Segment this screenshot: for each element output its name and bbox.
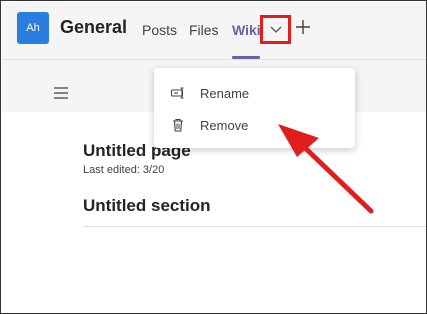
channel-header: Ah General Posts Files Wiki	[2, 2, 426, 59]
add-tab-button[interactable]	[294, 18, 312, 36]
section-title[interactable]: Untitled section	[83, 196, 211, 216]
tab-options-button[interactable]	[260, 15, 291, 44]
menu-item-rename[interactable]: Rename	[154, 77, 355, 109]
hamburger-icon	[54, 87, 68, 99]
tab-posts[interactable]: Posts	[142, 22, 177, 38]
channel-title: General	[60, 17, 128, 37]
chevron-down-icon	[270, 26, 282, 33]
tab-wiki[interactable]: Wiki	[232, 22, 261, 38]
wiki-menu-button[interactable]	[53, 86, 69, 100]
team-avatar[interactable]: Ah	[17, 12, 49, 44]
plus-icon	[296, 20, 310, 34]
menu-item-remove[interactable]: Remove	[154, 109, 355, 141]
teams-window: Ah General Posts Files Wiki Untitled pag…	[0, 0, 427, 314]
menu-item-label: Rename	[200, 86, 250, 101]
rename-icon	[170, 85, 186, 101]
menu-item-label: Remove	[200, 118, 249, 133]
section-divider	[83, 226, 426, 227]
last-edited-label: Last edited: 3/20	[83, 164, 165, 176]
tab-context-menu: Rename Remove	[154, 68, 355, 148]
trash-icon	[170, 117, 186, 133]
tab-files[interactable]: Files	[189, 22, 219, 38]
